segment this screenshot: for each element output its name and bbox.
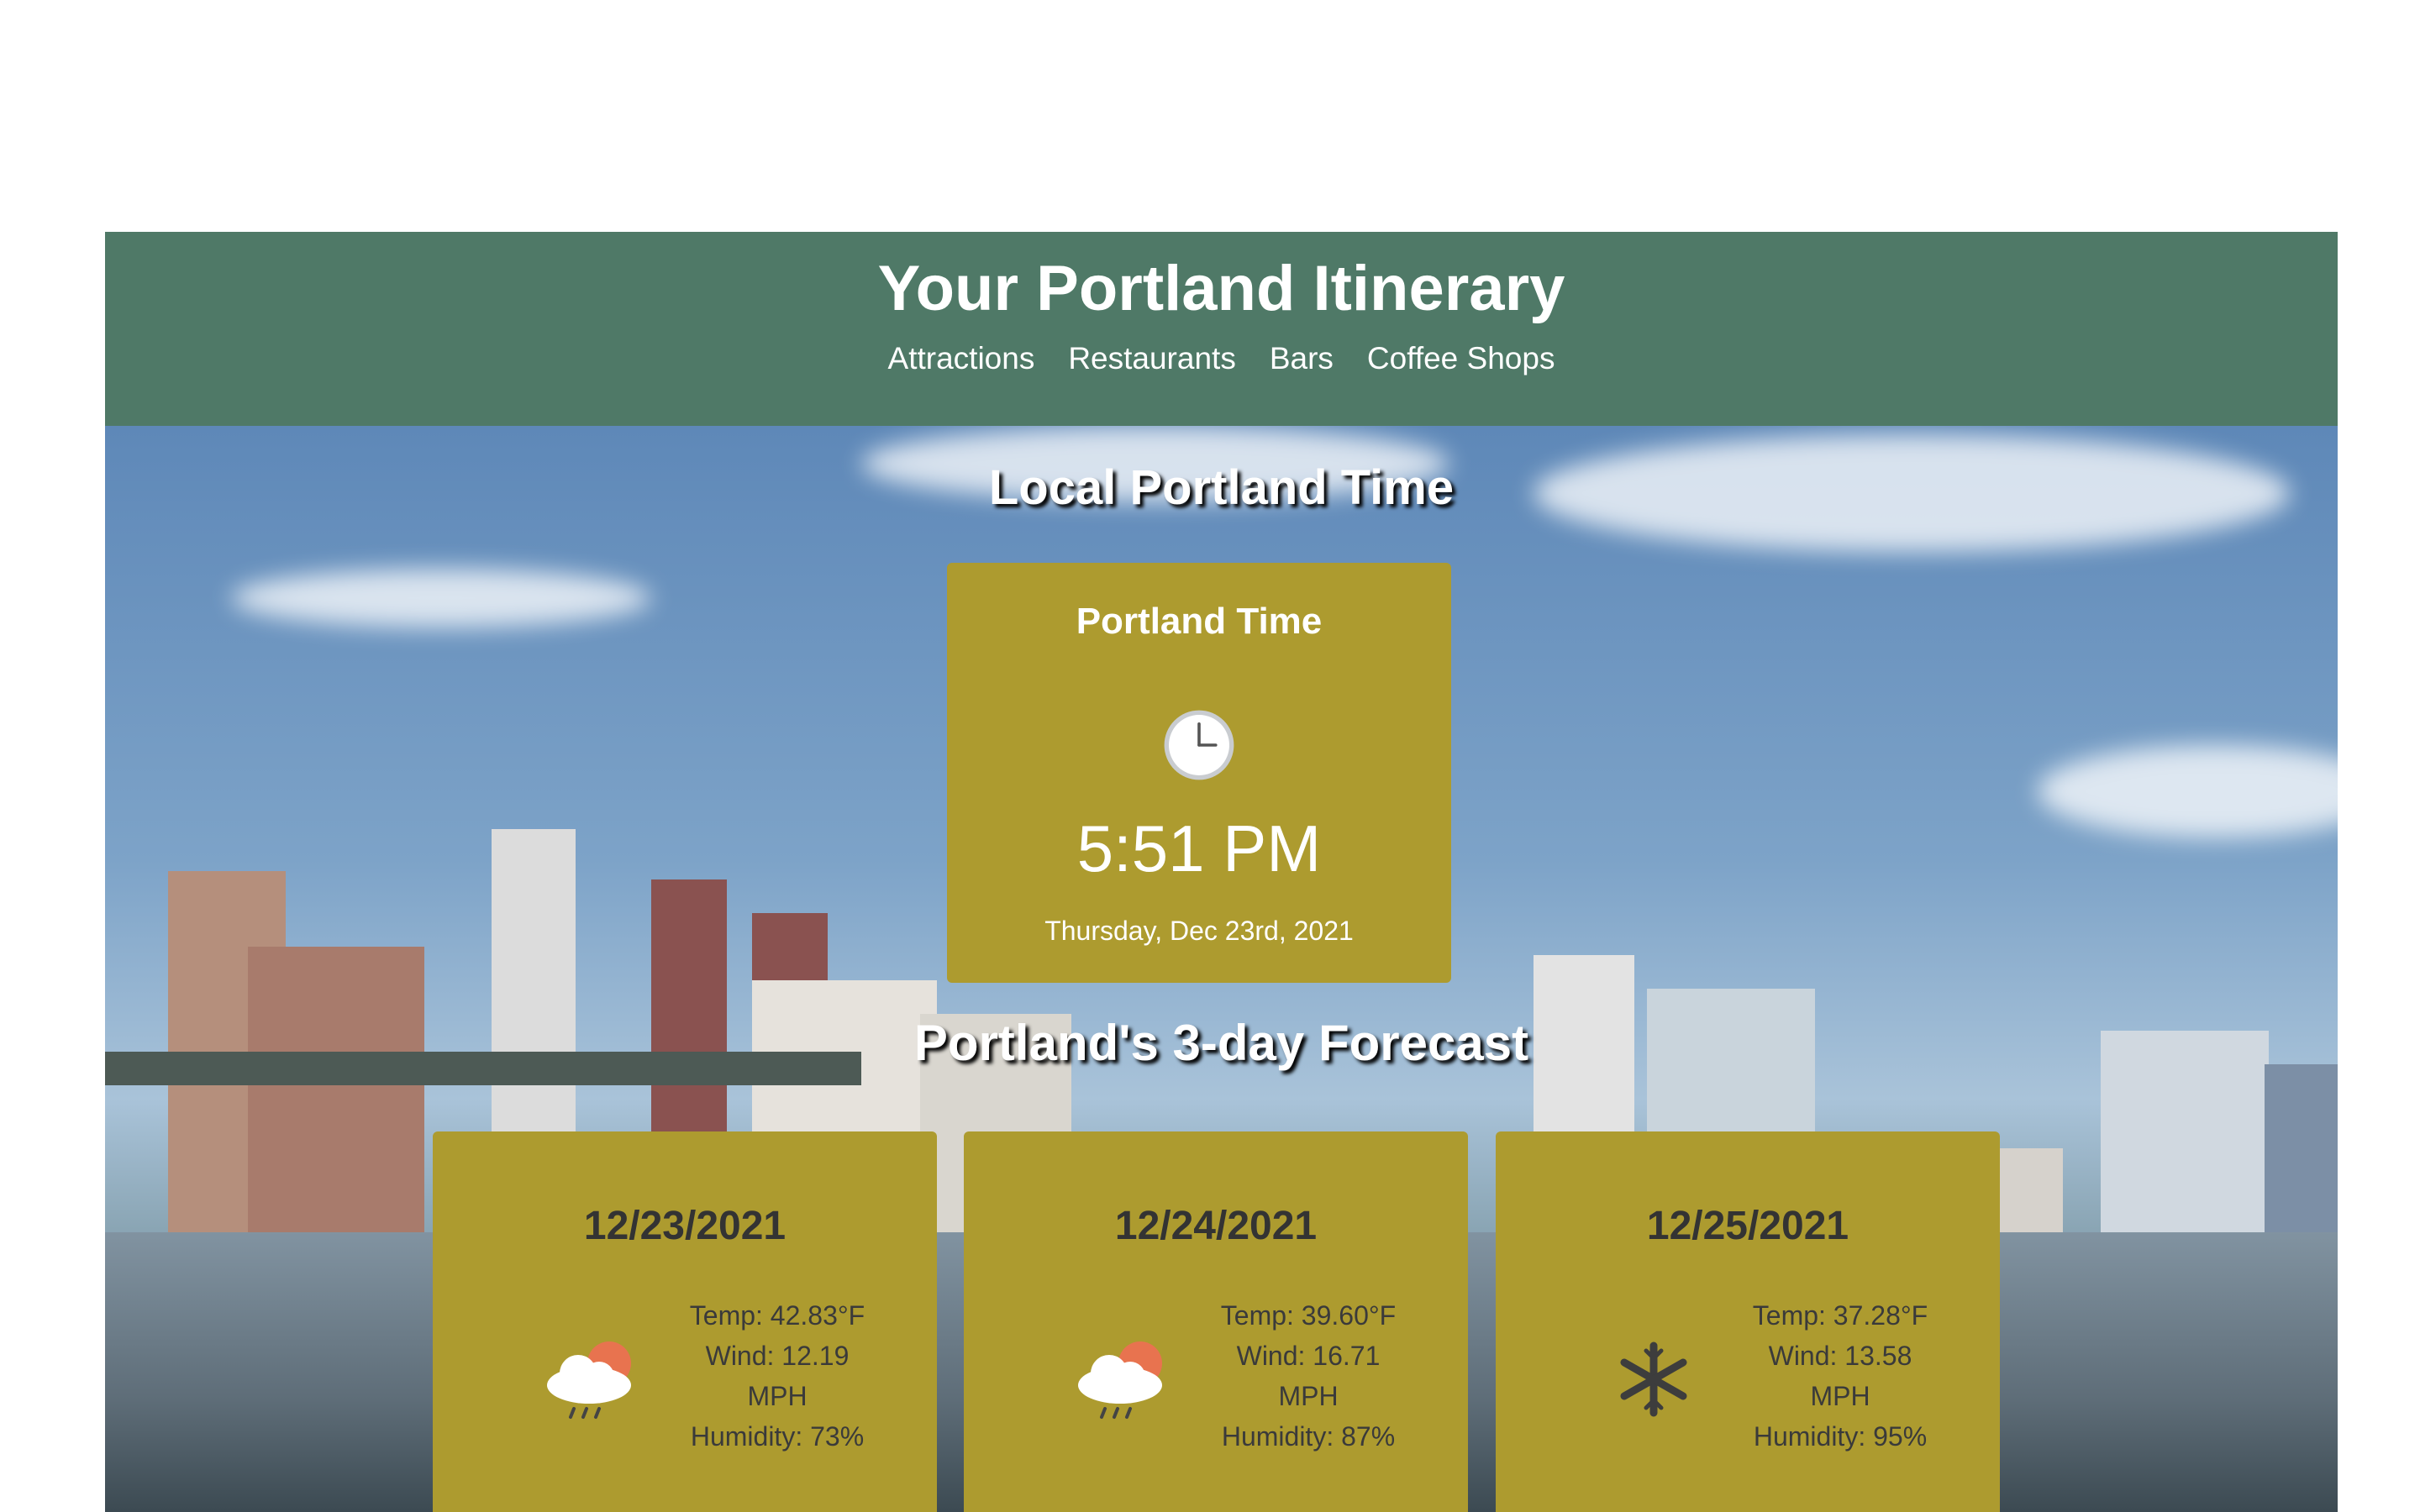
page-title: Your Portland Itinerary — [877, 253, 1565, 324]
forecast-wind: Wind: 12.19 MPH — [705, 1341, 850, 1411]
building — [248, 947, 424, 1232]
clock-icon — [1164, 710, 1234, 780]
nav-link-bars[interactable]: Bars — [1270, 341, 1334, 376]
cloud — [2038, 745, 2338, 837]
nav-link-attractions[interactable]: Attractions — [888, 341, 1035, 376]
forecast-humidity: Humidity: 95% — [1753, 1421, 1928, 1452]
portland-time-card: Portland Time 5:51 PM Thursday, Dec 23rd… — [947, 563, 1451, 983]
current-time: 5:51 PM — [1076, 811, 1322, 885]
page-frame: Your Portland Itinerary Attractions Rest… — [105, 232, 2338, 1512]
forecast-temp: Temp: 39.60°F — [1220, 1300, 1397, 1331]
nav-link-coffee-shops[interactable]: Coffee Shops — [1367, 341, 1555, 376]
building — [2265, 1064, 2338, 1232]
forecast-date: 12/23/2021 — [583, 1204, 786, 1248]
forecast-card: 12/24/2021 Temp: 39.60°F Wind: 16.71 MPH… — [964, 1131, 1468, 1512]
forecast-date: 12/24/2021 — [1114, 1204, 1318, 1248]
forecast-stats: Temp: 42.83°F Wind: 12.19 MPH Humidity: … — [676, 1295, 878, 1457]
nav-link-restaurants[interactable]: Restaurants — [1068, 341, 1236, 376]
snowflake-icon — [1620, 1341, 1687, 1417]
cloud — [231, 569, 651, 627]
time-section-heading: Local Portland Time — [988, 460, 1455, 515]
rain-cloud-icon — [547, 1341, 631, 1419]
forecast-section-heading: Portland's 3-day Forecast — [913, 1015, 1529, 1071]
forecast-humidity: Humidity: 87% — [1221, 1421, 1396, 1452]
time-card-title: Portland Time — [1076, 601, 1323, 642]
forecast-card: 12/23/2021 Temp: 42.83°F Wind: 12.19 MPH… — [433, 1131, 937, 1512]
forecast-humidity: Humidity: 73% — [690, 1421, 865, 1452]
forecast-stats: Temp: 39.60°F Wind: 16.71 MPH Humidity: … — [1207, 1295, 1409, 1457]
forecast-wind: Wind: 13.58 MPH — [1768, 1341, 1912, 1411]
forecast-date: 12/25/2021 — [1646, 1204, 1849, 1248]
site-header: Your Portland Itinerary Attractions Rest… — [105, 232, 2338, 426]
portland-skyline-background: Local Portland Time Portland Time 5:51 P… — [105, 426, 2338, 1512]
main-nav: Attractions Restaurants Bars Coffee Shop… — [105, 341, 2338, 376]
forecast-temp: Temp: 42.83°F — [689, 1300, 865, 1331]
forecast-card: 12/25/2021 Temp: 37.28°F Wind: 13.58 MPH… — [1496, 1131, 2000, 1512]
forecast-wind: Wind: 16.71 MPH — [1236, 1341, 1381, 1411]
forecast-stats: Temp: 37.28°F Wind: 13.58 MPH Humidity: … — [1739, 1295, 1941, 1457]
current-date: Thursday, Dec 23rd, 2021 — [1044, 916, 1354, 946]
rain-cloud-icon — [1078, 1341, 1162, 1419]
forecast-temp: Temp: 37.28°F — [1752, 1300, 1928, 1331]
